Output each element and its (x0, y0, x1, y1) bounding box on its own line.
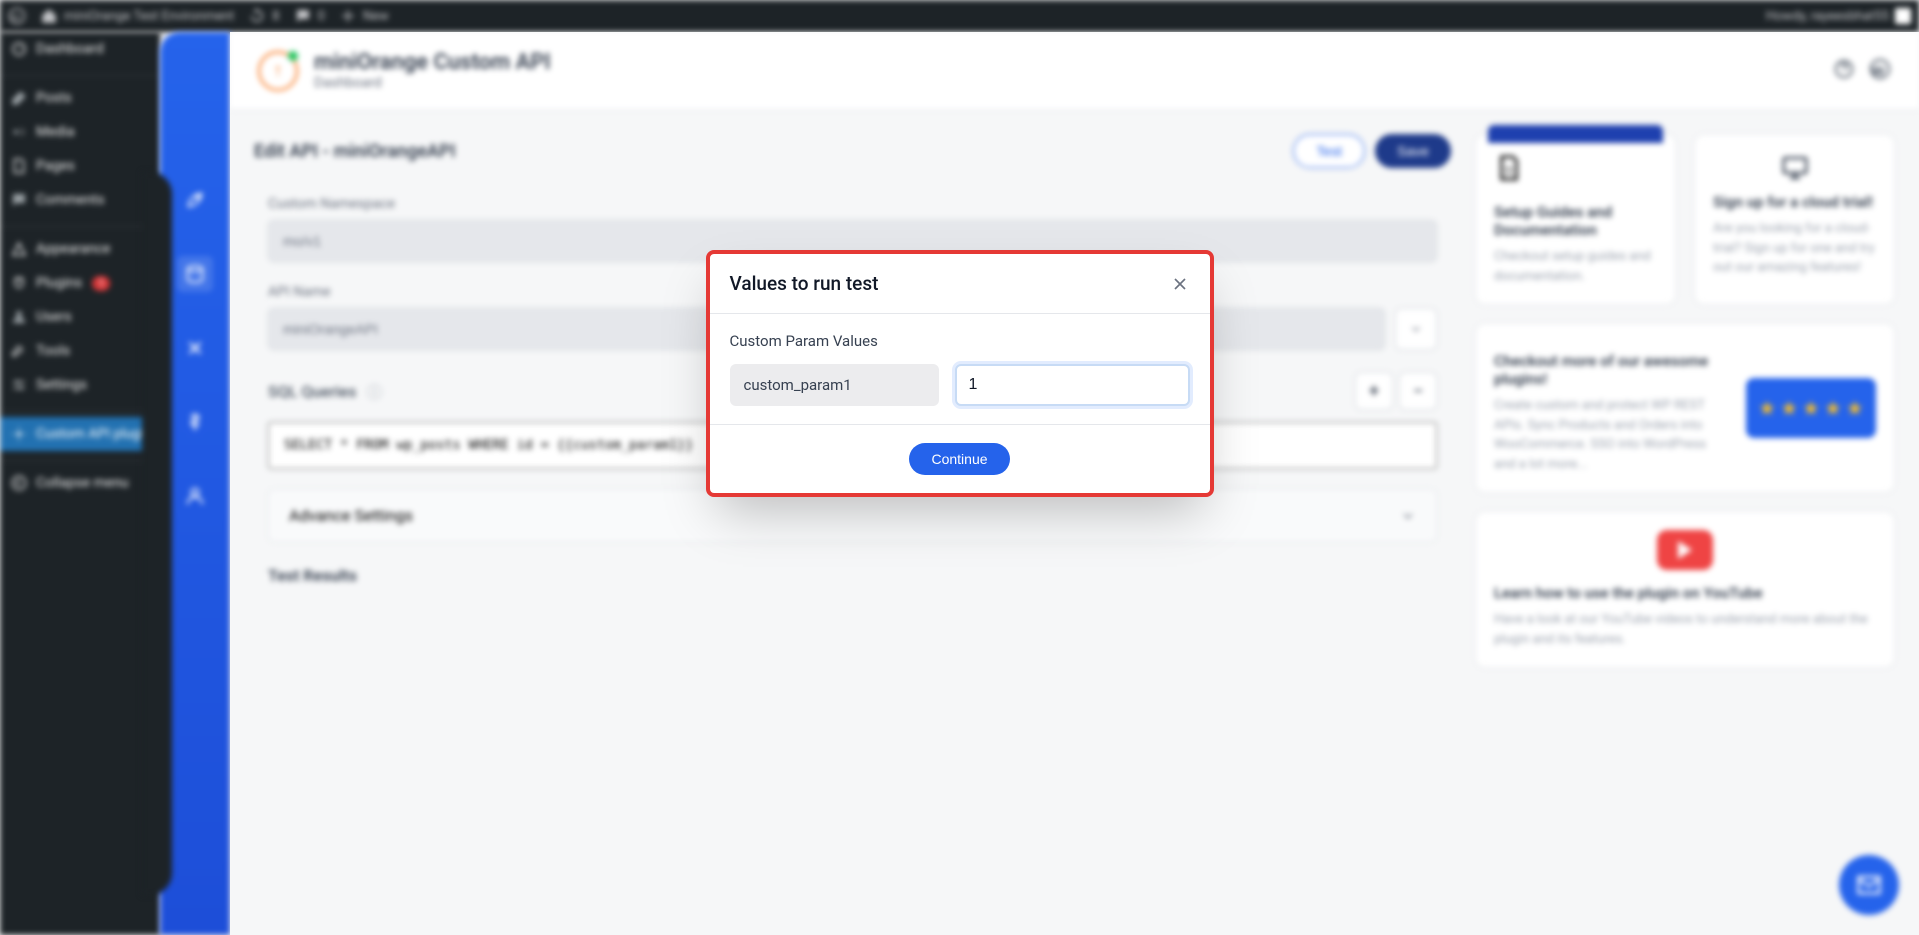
modal-subtitle: Custom Param Values (730, 332, 1190, 350)
continue-button[interactable]: Continue (909, 443, 1009, 475)
close-icon (1170, 274, 1190, 294)
param-name-display: custom_param1 (730, 364, 939, 406)
test-values-modal: Values to run test Custom Param Values c… (706, 250, 1214, 497)
modal-overlay: Values to run test Custom Param Values c… (0, 0, 1919, 935)
param-value-input[interactable] (955, 364, 1190, 406)
close-button[interactable] (1170, 274, 1190, 294)
modal-title: Values to run test (730, 272, 879, 295)
